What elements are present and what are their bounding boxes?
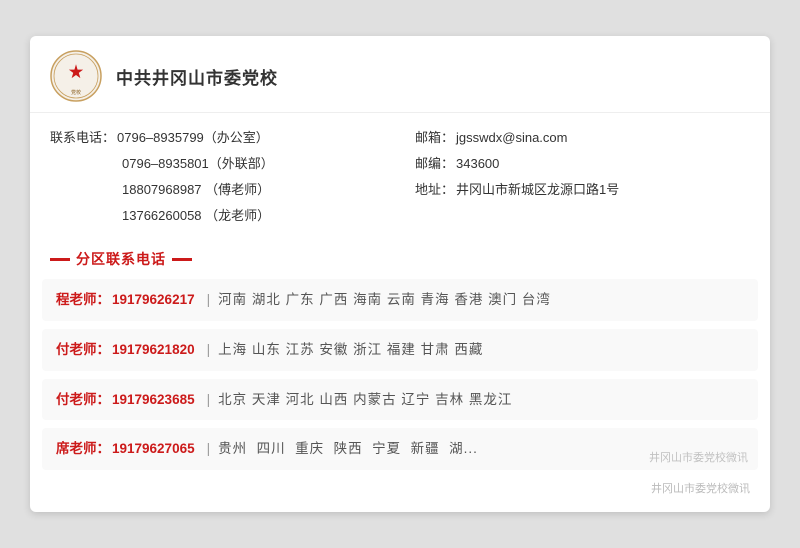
phone-2: 0796–8935801（外联部） <box>122 151 274 177</box>
address-value: 井冈山市新城区龙源口路1号 <box>456 177 619 203</box>
separator-3: | <box>207 438 211 460</box>
teacher-name-2: 付老师： <box>56 389 110 411</box>
region-item: 付老师： 19179621820 | 上海 山东 江苏 安徽 浙江 福建 甘肃 … <box>42 329 758 371</box>
section-divider: 分区联系电话 <box>30 243 770 275</box>
postcode-row: 邮编： 343600 <box>415 151 750 177</box>
phone-row-4: 13766260058 （龙老师） <box>50 203 385 229</box>
separator-0: | <box>207 289 211 311</box>
teacher-name-0: 程老师： <box>56 289 110 311</box>
email-value: jgsswdx@sina.com <box>456 125 567 151</box>
address-label: 地址： <box>415 177 454 203</box>
phone-row-2: 0796–8935801（外联部） <box>50 151 385 177</box>
separator-2: | <box>207 389 211 411</box>
postcode-label: 邮编： <box>415 151 454 177</box>
divider-bar-right-icon <box>172 258 192 261</box>
logo: 党校 <box>50 50 102 102</box>
org-title: 中共井冈山市委党校 <box>116 64 278 89</box>
svg-text:党校: 党校 <box>71 89 81 96</box>
phone-3: 18807968987 （傅老师） <box>122 177 270 203</box>
watermark-text: 井冈山市委党校微讯 <box>651 483 750 495</box>
teacher-name-1: 付老师： <box>56 339 110 361</box>
regions-text-1: 上海 山东 江苏 安徽 浙江 福建 甘肃 西藏 <box>218 339 483 361</box>
phone-num-0: 19179626217 <box>112 289 195 311</box>
separator-1: | <box>207 339 211 361</box>
phone-1: 0796–8935799（办公室） <box>117 125 269 151</box>
phone-num-3: 19179627065 <box>112 438 195 460</box>
contact-right: 邮箱： jgsswdx@sina.com 邮编： 343600 地址： 井冈山市… <box>415 125 750 229</box>
header: 党校 中共井冈山市委党校 <box>30 36 770 113</box>
contact-left: 联系电话： 0796–8935799（办公室） 0796–8935801（外联部… <box>50 125 385 229</box>
watermark-strip: 井冈山市委党校微讯 <box>30 478 770 496</box>
address-row: 地址： 井冈山市新城区龙源口路1号 <box>415 177 750 203</box>
postcode-value: 343600 <box>456 151 499 177</box>
email-label: 邮箱： <box>415 125 454 151</box>
region-item: 程老师： 19179626217 | 河南 湖北 广东 广西 海南 云南 青海 … <box>42 279 758 321</box>
main-card: 党校 中共井冈山市委党校 联系电话： 0796–8935799（办公室） 079… <box>30 36 770 511</box>
email-row: 邮箱： jgsswdx@sina.com <box>415 125 750 151</box>
phone-num-2: 19179623685 <box>112 389 195 411</box>
watermark: 井冈山市委党校微讯 <box>649 450 748 468</box>
regions-text-2: 北京 天津 河北 山西 内蒙古 辽宁 吉林 黑龙江 <box>218 389 512 411</box>
regions-text-0: 河南 湖北 广东 广西 海南 云南 青海 香港 澳门 台湾 <box>218 289 551 311</box>
region-item: 席老师： 19179627065 | 贵州 四川 重庆 陕西 宁夏 新疆 湖..… <box>42 428 758 470</box>
phone-label: 联系电话： <box>50 125 115 151</box>
phone-row-1: 联系电话： 0796–8935799（办公室） <box>50 125 385 151</box>
region-list: 程老师： 19179626217 | 河南 湖北 广东 广西 海南 云南 青海 … <box>30 279 770 469</box>
region-item: 付老师： 19179623685 | 北京 天津 河北 山西 内蒙古 辽宁 吉林… <box>42 379 758 421</box>
teacher-name-3: 席老师： <box>56 438 110 460</box>
divider-bar-left-icon <box>50 258 70 261</box>
section-title: 分区联系电话 <box>76 249 166 269</box>
phone-row-3: 18807968987 （傅老师） <box>50 177 385 203</box>
phone-num-1: 19179621820 <box>112 339 195 361</box>
regions-text-3: 贵州 四川 重庆 陕西 宁夏 新疆 湖... <box>218 438 478 460</box>
contact-section: 联系电话： 0796–8935799（办公室） 0796–8935801（外联部… <box>30 113 770 239</box>
phone-4: 13766260058 （龙老师） <box>122 203 270 229</box>
